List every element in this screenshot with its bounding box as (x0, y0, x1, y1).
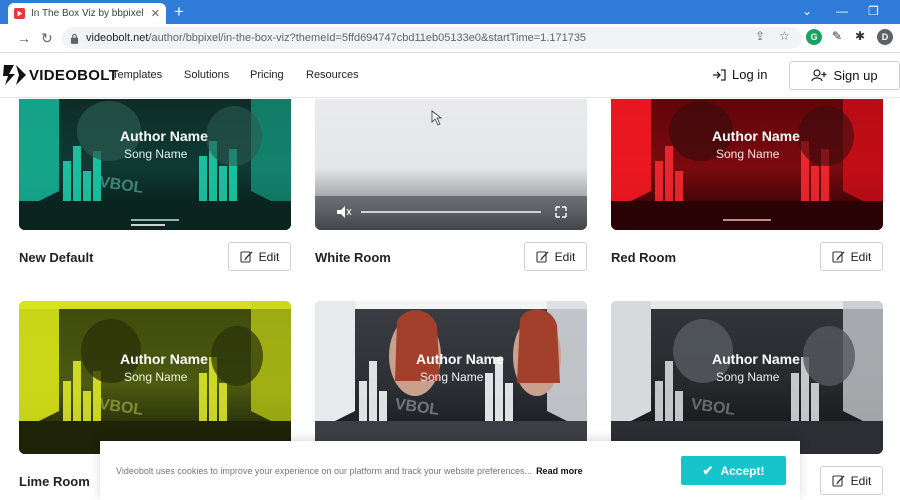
edit-button-red-room[interactable]: Edit (820, 242, 883, 271)
login-link[interactable]: Log in (712, 67, 767, 82)
preview-white-room[interactable] (315, 99, 587, 230)
add-user-icon (811, 69, 827, 82)
browser-toolbar: → ↻ videobolt.net/author/bbpixel/in-the-… (0, 24, 900, 53)
preview-author-name: Author Name (120, 351, 208, 367)
preview-song-name: Song Name (420, 370, 484, 384)
nav-resources[interactable]: Resources (306, 69, 359, 81)
edit-pencil-icon (240, 251, 253, 263)
template-grid: VBOL Author Name Song Name Author Name S… (0, 99, 900, 500)
accept-label: Accept! (720, 463, 765, 478)
cookie-read-more-link[interactable]: Read more (536, 466, 583, 476)
restore-window-icon[interactable]: ❐ (868, 4, 879, 18)
reload-icon[interactable]: ↻ (41, 30, 53, 46)
address-bar[interactable]: videobolt.net/author/bbpixel/in-the-box-… (62, 27, 802, 49)
browser-tab[interactable]: In The Box Viz by bbpixel - Videobolt ✕ (8, 3, 166, 24)
login-arrow-icon (713, 68, 726, 81)
edit-pencil-icon (536, 251, 549, 263)
template-title-white-room[interactable]: White Room (315, 250, 391, 265)
browser-tab-bar: In The Box Viz by bbpixel - Videobolt ✕ … (0, 0, 900, 24)
preview-author-name: Author Name (120, 128, 208, 144)
cookie-message: Videobolt uses cookies to improve your e… (116, 465, 533, 476)
preview-new-default[interactable]: VBOL (19, 99, 291, 230)
accept-cookies-button[interactable]: ✔ Accept! (681, 456, 786, 485)
fullscreen-icon[interactable] (555, 209, 567, 221)
edit-pencil-icon (832, 475, 845, 487)
edit-label: Edit (554, 249, 576, 264)
edit-label: Edit (258, 249, 280, 264)
videobolt-logo[interactable]: VIDEOBOLT (2, 63, 118, 87)
bookmark-star-icon[interactable]: ☆ (779, 29, 790, 43)
template-title-red-room[interactable]: Red Room (611, 250, 676, 265)
profile-avatar-icon[interactable]: D (877, 29, 893, 45)
login-label: Log in (732, 67, 768, 82)
minimize-window-icon[interactable]: — (836, 4, 848, 18)
videobolt-bolt-icon (3, 65, 26, 85)
tab-title: In The Box Viz by bbpixel - Videobolt (31, 8, 147, 19)
videobolt-favicon-icon (14, 8, 25, 19)
extensions-puzzle-icon[interactable]: ✱ (855, 29, 865, 43)
url-path: /author/bbpixel/in-the-box-viz?themeId=5… (148, 32, 587, 44)
url-text: videobolt.net/author/bbpixel/in-the-box-… (86, 32, 586, 44)
url-host: videobolt.net (86, 32, 149, 44)
new-tab-button[interactable]: + (174, 2, 184, 22)
preview-song-name: Song Name (124, 370, 188, 384)
tab-search-icon[interactable]: ⌄ (802, 4, 812, 18)
site-header: VIDEOBOLT Templates Solutions Pricing Re… (0, 53, 900, 98)
cookie-banner: Videobolt uses cookies to improve your e… (100, 441, 800, 500)
signup-label: Sign up (833, 68, 878, 83)
mute-icon[interactable] (336, 209, 348, 219)
signup-button[interactable]: Sign up (789, 61, 900, 90)
template-title-new-default[interactable]: New Default (19, 250, 93, 265)
preview-red-room[interactable] (611, 99, 883, 230)
preview-song-name: Song Name (124, 147, 188, 161)
share-icon[interactable]: ⇪ (755, 29, 765, 43)
grammarly-extension-icon[interactable]: G (806, 29, 822, 45)
nav-solutions[interactable]: Solutions (184, 69, 229, 81)
logo-text: VIDEOBOLT (29, 66, 119, 84)
lock-icon (70, 33, 79, 44)
edit-label: Edit (850, 249, 872, 264)
preview-song-name: Song Name (716, 147, 780, 161)
edit-button-new-default[interactable]: Edit (228, 242, 291, 271)
close-tab-icon[interactable]: ✕ (151, 7, 160, 20)
nav-templates[interactable]: Templates (112, 69, 162, 81)
template-title-lime-room[interactable]: Lime Room (19, 474, 90, 489)
preview-song-name: Song Name (716, 370, 780, 384)
checkmark-icon: ✔ (702, 462, 714, 478)
preview-author-name: Author Name (712, 128, 800, 144)
edit-label: Edit (850, 473, 872, 488)
edit-button-dark-room[interactable]: Edit (820, 466, 883, 495)
preview-author-name: Author Name (712, 351, 800, 367)
edit-pencil-icon (832, 251, 845, 263)
extension-pin-icon[interactable]: ✎ (832, 29, 842, 43)
nav-pricing[interactable]: Pricing (250, 69, 284, 81)
forward-icon[interactable]: → (17, 30, 31, 46)
preview-author-name: Author Name (416, 351, 504, 367)
edit-button-white-room[interactable]: Edit (524, 242, 587, 271)
